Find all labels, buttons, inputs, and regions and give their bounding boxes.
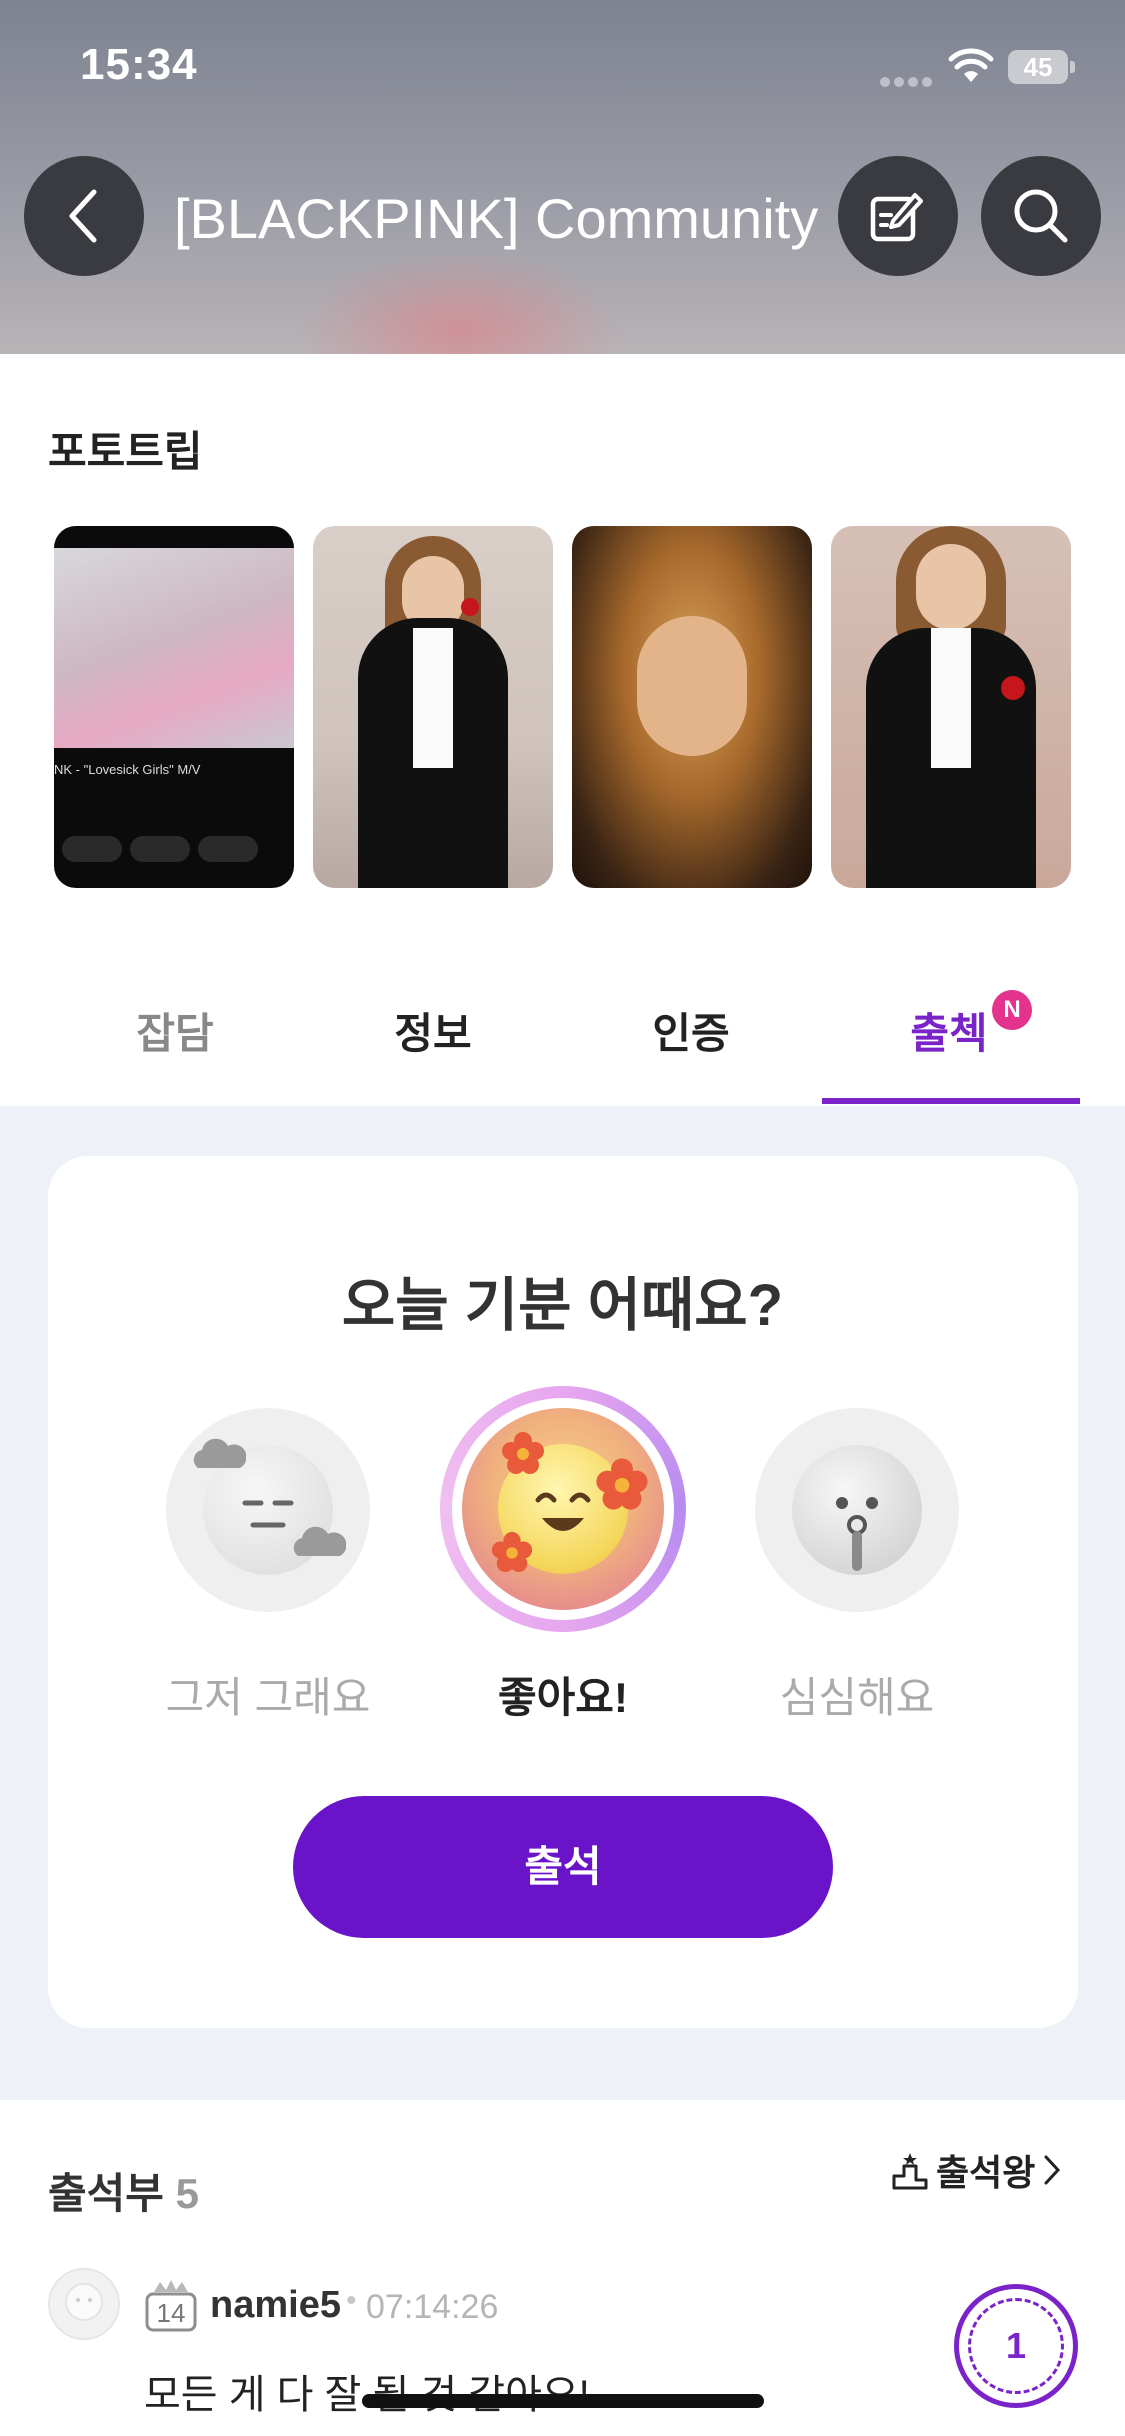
photo-strip: NK - "Lovesick Girls" M/V	[54, 526, 1074, 888]
separator-dot: •	[346, 2284, 357, 2317]
entry-time: 07:14:26	[366, 2288, 499, 2326]
photo-image	[54, 548, 294, 748]
page-title: [BLACKPINK] Community	[174, 187, 819, 250]
tab-info[interactable]: 정보	[308, 1000, 558, 1061]
chevron-left-icon	[69, 189, 97, 243]
flower-icon	[596, 1458, 648, 1510]
new-badge: N	[992, 990, 1032, 1030]
active-tab-indicator	[822, 1098, 1080, 1104]
photo-shirt	[931, 628, 971, 768]
community-header: 15:34 45 [BLACKPINK] Community	[0, 0, 1125, 354]
tab-verify[interactable]: 인증	[566, 1000, 816, 1061]
photo-trip-title: 포토트립	[48, 428, 203, 475]
rank-number: 1	[968, 2298, 1064, 2394]
write-post-button[interactable]	[838, 156, 958, 276]
attendance-king-label: 출석왕	[936, 2152, 1036, 2193]
battery-icon: 45	[1008, 50, 1075, 84]
mood-label-bored: 심심해요	[779, 1674, 935, 1721]
level-number: 14	[157, 2298, 186, 2328]
attendance-title-text: 출석부	[48, 2170, 164, 2217]
mood-label-good: 좋아요!	[498, 1674, 628, 1721]
check-in-button[interactable]: 출석	[293, 1796, 833, 1938]
photo-caption: NK - "Lovesick Girls" M/V	[54, 762, 201, 777]
tab-attendance[interactable]: 출첵	[824, 1000, 1074, 1061]
search-icon	[1014, 189, 1068, 243]
podium-icon	[892, 2153, 928, 2190]
edit-icon	[870, 193, 923, 242]
category-tabs: 잡담 정보 인증 출첵	[0, 960, 1125, 1106]
battery-level: 45	[1023, 52, 1053, 82]
back-button[interactable]	[24, 156, 144, 276]
photo-action-bar	[54, 836, 294, 866]
chevron-right-icon	[1044, 2155, 1061, 2185]
photo-card[interactable]	[831, 526, 1071, 888]
cloud-icon	[293, 1526, 346, 1556]
app-screen: 15:34 45 [BLACKPINK] Community 포토트립 NK -…	[0, 0, 1125, 2436]
flower-icon	[491, 1531, 533, 1573]
photo-card[interactable]	[313, 526, 553, 888]
rose-icon	[1001, 676, 1025, 700]
default-avatar-icon	[65, 2283, 103, 2321]
attendance-title: 출석부 5	[48, 2160, 199, 2221]
level-crown-icon: 14	[145, 2280, 197, 2332]
cloud-icon	[193, 1438, 246, 1468]
photo-face	[916, 544, 986, 630]
photo-face	[637, 616, 747, 756]
search-button[interactable]	[981, 156, 1101, 276]
tab-chat[interactable]: 잡담	[50, 1000, 300, 1061]
rank-stamp: 1	[954, 2284, 1078, 2408]
flower-icon	[502, 1432, 544, 1474]
mood-question: 오늘 기분 어때요?	[341, 1273, 784, 1338]
photo-card[interactable]	[572, 526, 812, 888]
photo-card[interactable]: NK - "Lovesick Girls" M/V	[54, 526, 294, 888]
photo-shirt	[413, 628, 453, 768]
bored-face-icon	[792, 1445, 922, 1575]
home-indicator[interactable]	[362, 2394, 764, 2408]
avatar[interactable]	[48, 2268, 120, 2340]
attendance-count: 5	[175, 2170, 199, 2217]
attendance-king-link[interactable]: 출석왕	[892, 2144, 1061, 2196]
header-glow	[300, 250, 620, 354]
mood-label-meh: 그저 그래요	[165, 1674, 371, 1721]
entry-username[interactable]: namie5	[210, 2284, 341, 2327]
entry-comment: 모든 게 다 잘 될 것 같아요!	[144, 2373, 590, 2417]
status-time: 15:34	[80, 40, 198, 89]
signal-icon	[880, 74, 936, 87]
rose-icon	[461, 598, 479, 616]
wifi-icon	[948, 48, 994, 82]
